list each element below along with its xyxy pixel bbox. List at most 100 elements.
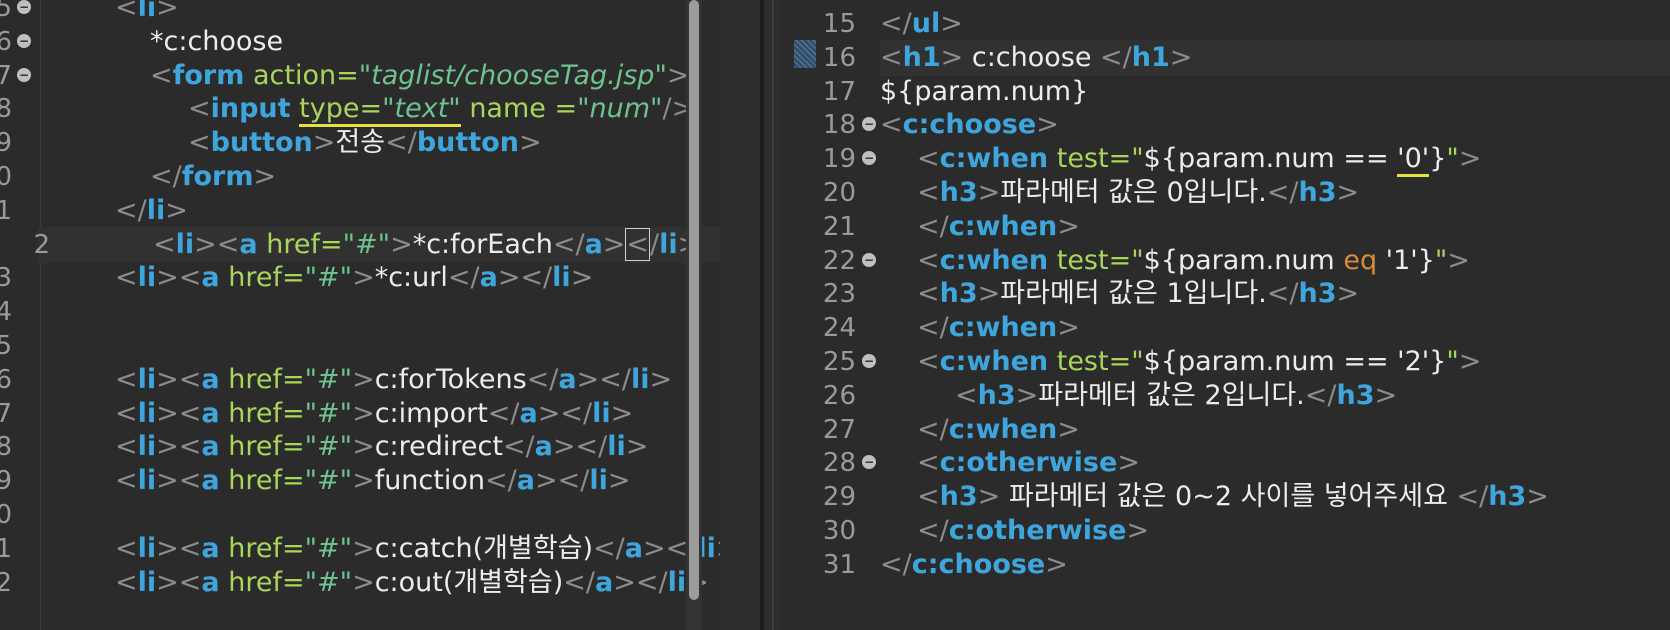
code-line[interactable]: 28− <c:otherwise>	[780, 445, 1670, 481]
line-number: 8	[0, 94, 12, 125]
code-line[interactable]: 30 </c:otherwise>	[780, 513, 1670, 549]
code-line[interactable]: 9 <button>전송</button>	[0, 125, 720, 161]
code-line[interactable]: 6− *c:choose	[0, 24, 720, 60]
code-text: </c:otherwise>	[917, 515, 1150, 546]
fold-collapse-icon[interactable]: −	[862, 354, 876, 368]
line-number: 16	[822, 42, 856, 73]
code-text: <form action="taglist/chooseTag.jsp">	[150, 59, 690, 91]
code-line[interactable]: 4	[0, 294, 720, 330]
line-number: 3	[0, 263, 12, 294]
code-line[interactable]: 8 <input type="text" name ="num"/>	[0, 91, 720, 128]
line-number: 27	[822, 414, 856, 445]
code-line[interactable]: 1 </li>	[0, 193, 720, 229]
line-number: 1	[0, 533, 12, 564]
pane-divider[interactable]	[720, 0, 780, 630]
code-text: <h3>파라메터 값은 0입니다.</h3>	[917, 177, 1360, 208]
line-number: 29	[822, 482, 856, 513]
code-line[interactable]: 3 <li><a href="#">*c:url</a></li>	[0, 260, 720, 296]
fold-collapse-icon[interactable]: −	[862, 455, 876, 470]
left-scrollbar-thumb[interactable]	[689, 0, 699, 600]
code-line[interactable]: 21 </c:when>	[780, 209, 1670, 245]
fold-collapse-icon[interactable]: −	[17, 67, 31, 82]
line-number: 18	[822, 110, 856, 141]
line-number: 9	[0, 128, 12, 159]
code-text: <c:when test="${param.num == '2'}">	[917, 346, 1482, 377]
right-editor-pane[interactable]: 15 </ul> 16 <h1> c:choose </h1> 17 ${param.nu…	[780, 0, 1670, 630]
line-number: 25	[822, 347, 856, 377]
code-line[interactable]: 25− <c:when test="${param.num == '2'}">	[780, 344, 1670, 380]
code-text: </ul>	[880, 8, 963, 39]
code-line[interactable]: 0 </form>	[0, 159, 720, 195]
code-text: </c:when>	[917, 210, 1080, 242]
line-number: 22	[822, 245, 856, 276]
line-number: 17	[822, 76, 856, 107]
line-number: 5	[0, 0, 12, 23]
code-line[interactable]: 2 <li><a href="#">c:out(개별학습)</a></li>	[0, 565, 720, 601]
code-line[interactable]: 17 ${param.num}	[780, 74, 1670, 110]
code-text: *c:choose	[150, 25, 284, 57]
fold-collapse-icon[interactable]: −	[17, 33, 31, 48]
line-number: 0	[0, 162, 12, 192]
left-editor-pane[interactable]: 5− <li> 6− *c:choose 7− <form action="taglist…	[0, 0, 720, 630]
code-text: <li><a href="#">c:import</a></li>	[115, 397, 634, 429]
code-line[interactable]: 16 <h1> c:choose </h1>	[823, 39, 1670, 76]
code-line[interactable]: 8 <li><a href="#">c:redirect</a></li>	[0, 429, 720, 465]
left-scrollbar[interactable]	[686, 0, 702, 630]
code-text: </li>	[115, 194, 188, 226]
fold-collapse-icon[interactable]: −	[862, 151, 876, 166]
fold-collapse-icon[interactable]: −	[862, 252, 876, 267]
code-text: </c:choose>	[880, 548, 1068, 580]
code-line[interactable]: 5	[0, 328, 720, 364]
line-number: 21	[822, 211, 856, 242]
code-text: </form>	[150, 161, 277, 192]
line-number: 30	[822, 516, 856, 546]
line-number: 28	[822, 448, 856, 479]
code-text: <li>	[115, 0, 179, 23]
fold-collapse-icon[interactable]: −	[17, 0, 31, 14]
line-number: 2	[0, 567, 12, 598]
code-line[interactable]: 23 <h3>파라메터 값은 1입니다.</h3>	[780, 276, 1670, 312]
code-text: <input type="text" name ="num"/>	[188, 91, 694, 128]
code-line[interactable]: 31 </c:choose>	[780, 547, 1670, 583]
code-text: <li><a href="#">*c:url</a></li>	[115, 262, 594, 294]
code-text: <li><a href="#">c:catch(개별학습)</a></li>	[115, 532, 720, 564]
code-line[interactable]: 5− <li>	[0, 0, 720, 26]
code-text: <c:choose>	[880, 109, 1059, 141]
code-text: <li><a href="#">function</a></li>	[115, 465, 631, 497]
line-number: 5	[0, 331, 12, 361]
code-text: </c:when>	[917, 413, 1080, 445]
code-line[interactable]: 1 <li><a href="#">c:catch(개별학습)</a></li>	[0, 531, 720, 567]
line-number: 24	[822, 313, 856, 344]
code-line[interactable]: 26 <h3>파라메터 값은 2입니다.</h3>	[780, 378, 1670, 414]
code-text: <li><a href="#">c:out(개별학습)</a></li>	[115, 566, 709, 598]
code-line[interactable]: 7− <form action="taglist/chooseTag.jsp">	[0, 58, 720, 94]
code-text: ${param.num}	[880, 75, 1089, 107]
code-line[interactable]: 18− <c:choose>	[780, 107, 1670, 143]
code-text: <h1> c:choose </h1>	[880, 41, 1193, 73]
code-line[interactable]: 20 <h3>파라메터 값은 0입니다.</h3>	[780, 175, 1670, 211]
line-number: 8	[0, 432, 12, 463]
line-number: 15	[822, 9, 856, 39]
line-number: 0	[0, 500, 12, 530]
line-number: 23	[822, 279, 856, 310]
line-number: 31	[822, 549, 856, 580]
code-line[interactable]: 6 <li><a href="#">c:forTokens</a></li>	[0, 362, 720, 398]
code-text: <li><a href="#">c:redirect</a></li>	[115, 431, 649, 463]
code-line[interactable]: 9 <li><a href="#">function</a></li>	[0, 463, 720, 499]
line-number: 7	[0, 398, 12, 429]
fold-collapse-icon[interactable]: −	[862, 117, 876, 132]
code-line[interactable]: 2 <li><a href="#">*c:forEach</a></li>	[33, 226, 720, 263]
line-number: 7	[0, 60, 12, 91]
code-text: <h3> 파라메터 값은 0~2 사이를 넣어주세요 </h3>	[917, 481, 1549, 513]
code-text: <c:when test="${param.num eq '1'}">	[917, 244, 1470, 276]
code-line[interactable]: 24 </c:when>	[780, 310, 1670, 346]
code-line[interactable]: 22− <c:when test="${param.num eq '1'}">	[780, 243, 1670, 279]
code-text: <h3>파라메터 값은 2입니다.</h3>	[955, 379, 1398, 411]
code-line[interactable]: 15 </ul>	[780, 6, 1670, 42]
code-line[interactable]: 29 <h3> 파라메터 값은 0~2 사이를 넣어주세요 </h3>	[780, 479, 1670, 515]
code-line[interactable]: 7 <li><a href="#">c:import</a></li>	[0, 396, 720, 432]
line-number: 4	[0, 297, 12, 328]
code-line[interactable]: 0	[0, 497, 720, 533]
code-line[interactable]: 27 </c:when>	[780, 412, 1670, 448]
code-line[interactable]: 19− <c:when test="${param.num == '0'}">	[780, 141, 1670, 178]
